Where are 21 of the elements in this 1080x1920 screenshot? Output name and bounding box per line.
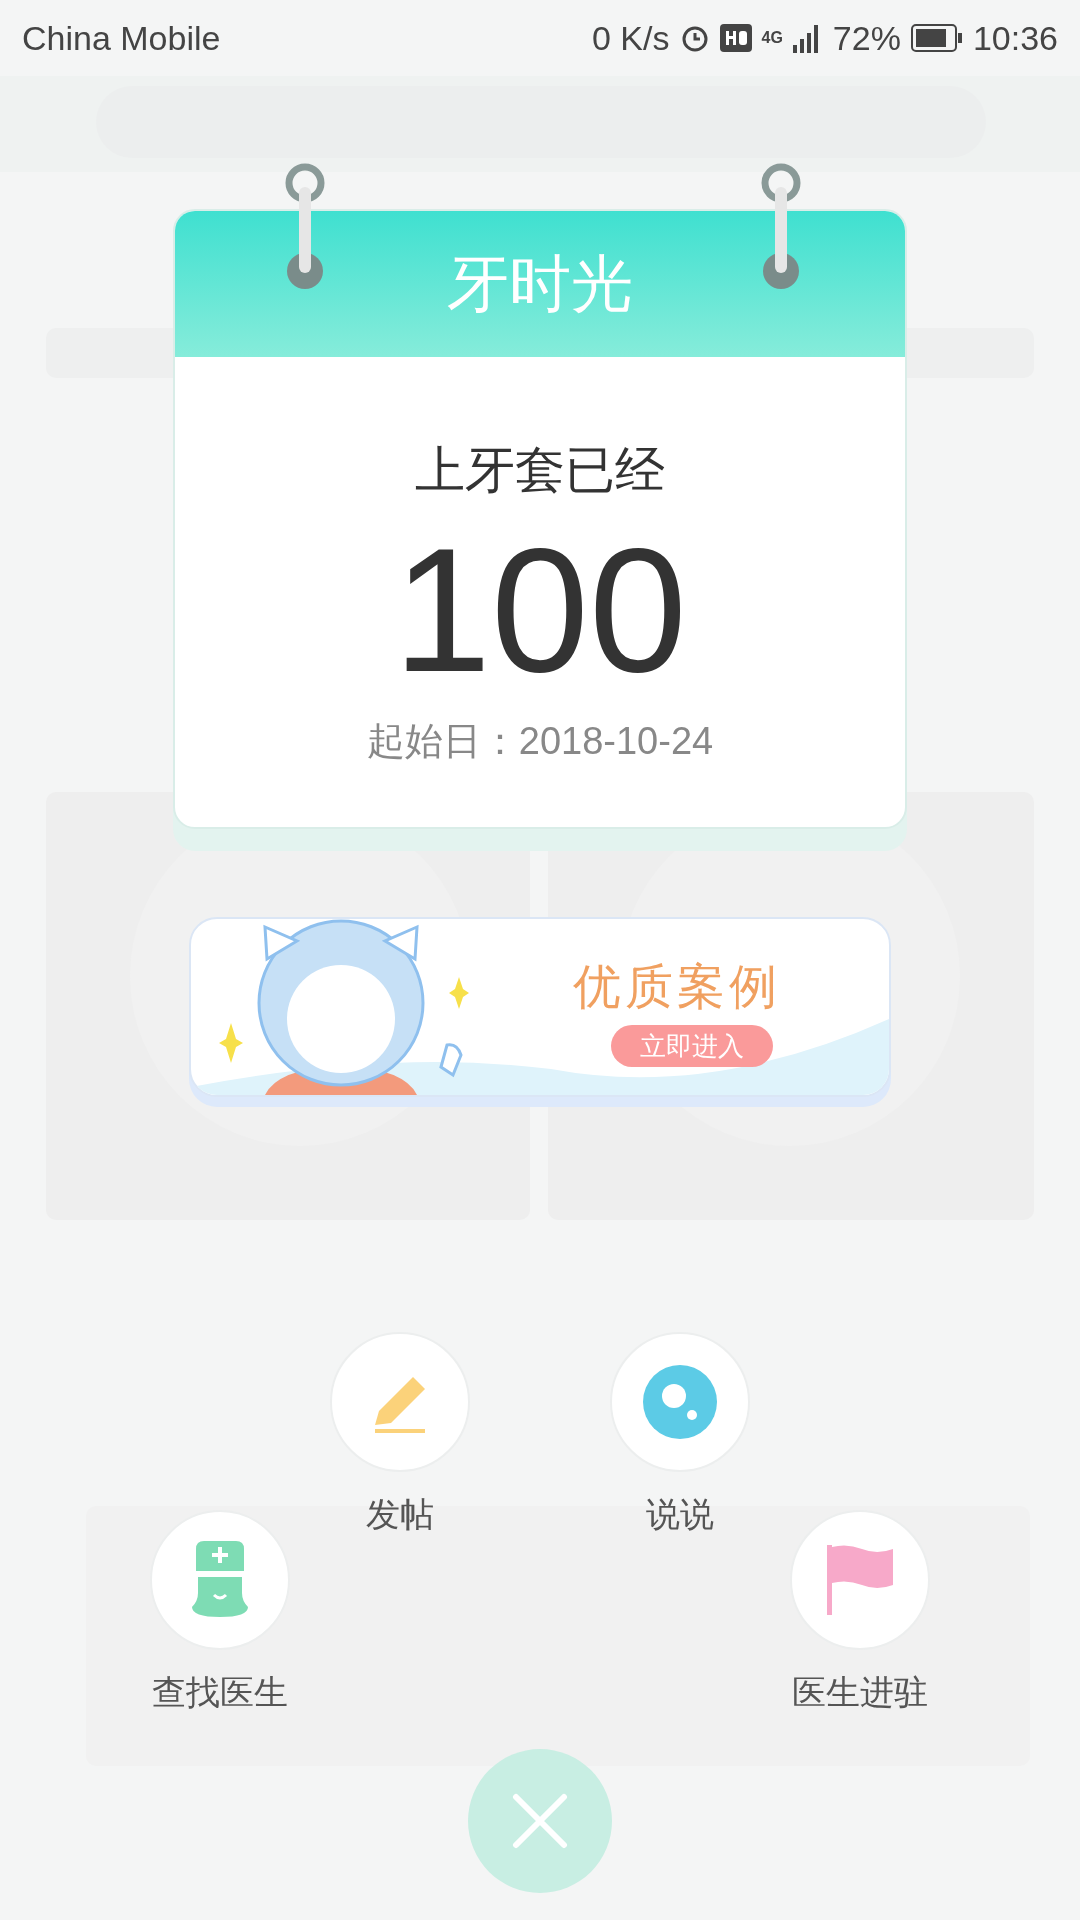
hd-icon — [719, 24, 752, 52]
calendar-caption: 上牙套已经 — [415, 440, 665, 501]
action-label: 医生进驻 — [792, 1671, 928, 1714]
action-label: 查找医生 — [152, 1671, 288, 1714]
doctor-icon — [190, 1541, 250, 1619]
flag-icon — [827, 1545, 893, 1615]
bubble-icon — [643, 1365, 717, 1439]
battery-level: 72% — [832, 18, 901, 58]
carrier-name: China Mobile — [22, 18, 221, 58]
calendar-title: 牙时光 — [447, 246, 633, 322]
clock-time: 10:36 — [972, 18, 1058, 58]
action-label: 说说 — [646, 1493, 714, 1536]
start-date: 起始日：2018-10-24 — [366, 719, 714, 764]
day-count: 100 — [393, 522, 687, 698]
enter-button[interactable]: 立即进入 — [611, 1025, 773, 1067]
network-speed: 0 K/s — [592, 18, 670, 58]
network-type: 4G — [761, 29, 783, 47]
action-label: 发帖 — [366, 1493, 434, 1536]
battery-icon — [910, 24, 963, 52]
banner-title: 优质案例 — [573, 957, 781, 1016]
close-icon — [512, 1793, 568, 1849]
